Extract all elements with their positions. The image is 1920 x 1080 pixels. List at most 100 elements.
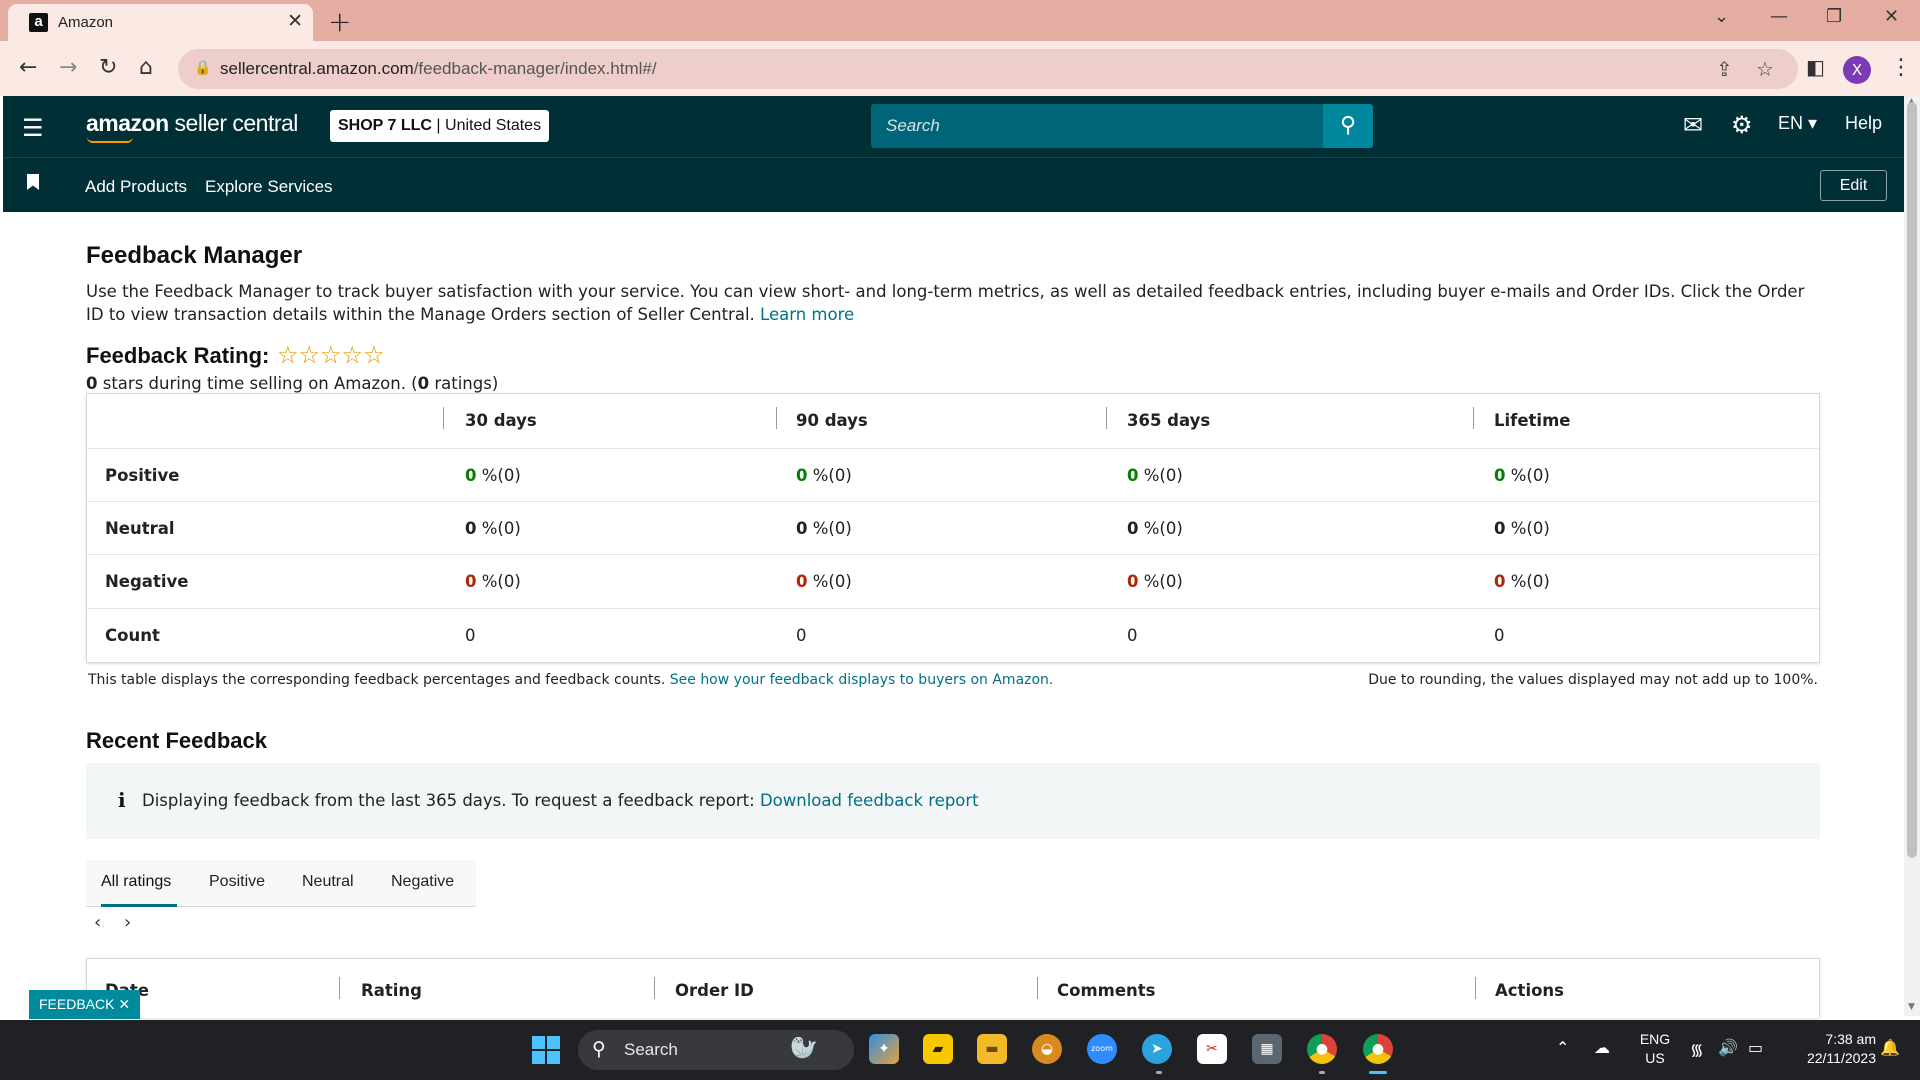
scroll-thumb[interactable] bbox=[1907, 102, 1917, 858]
language-indicator[interactable]: ENG US bbox=[1636, 1030, 1674, 1068]
column-divider bbox=[339, 977, 340, 999]
side-panel-icon[interactable]: ◧ bbox=[1806, 55, 1825, 79]
search-input[interactable] bbox=[871, 104, 1323, 148]
browser-menu-icon[interactable]: ⋮ bbox=[1890, 55, 1912, 80]
windows-start-icon[interactable] bbox=[532, 1036, 560, 1064]
chevron-right-icon[interactable]: › bbox=[124, 912, 131, 933]
add-products-link[interactable]: Add Products bbox=[85, 177, 187, 197]
column-header-rating[interactable]: Rating bbox=[361, 981, 422, 1000]
column-header-365-days: 365 days bbox=[1127, 411, 1211, 430]
explore-services-link[interactable]: Explore Services bbox=[205, 177, 333, 197]
feedback-display-link[interactable]: See how your feedback displays to buyers… bbox=[670, 672, 1054, 688]
address-bar: ← → ↻ ⌂ 🔒 sellercentral.amazon.com/feedb… bbox=[0, 41, 1920, 96]
chevron-left-icon[interactable]: ‹ bbox=[94, 912, 101, 933]
zoom-icon[interactable]: zoom bbox=[1087, 1034, 1117, 1064]
column-header-order-id[interactable]: Order ID bbox=[675, 981, 754, 1000]
column-divider bbox=[1473, 407, 1474, 429]
hamburger-menu-icon[interactable]: ☰ bbox=[22, 114, 44, 142]
amazon-smile-icon bbox=[87, 137, 133, 143]
feedback-summary-table: 30 days 90 days 365 days Lifetime Positi… bbox=[86, 393, 1820, 663]
account-switcher[interactable]: SHOP 7 LLC | United States bbox=[330, 110, 550, 142]
learn-more-link[interactable]: Learn more bbox=[760, 305, 854, 324]
tab-all-ratings[interactable]: All ratings bbox=[101, 873, 171, 891]
column-divider bbox=[1037, 977, 1038, 999]
sticky-notes-icon[interactable]: ▰ bbox=[923, 1034, 953, 1064]
new-tab-icon[interactable]: + bbox=[328, 5, 351, 38]
feedback-list-header: Date Rating Order ID Comments Actions bbox=[86, 958, 1820, 1018]
clock[interactable]: 7:38 am 22/11/2023 bbox=[1780, 1030, 1876, 1068]
table-cell: 0 bbox=[1494, 626, 1505, 645]
table-row-neutral: Neutral 0 %(0) 0 %(0) 0 %(0) 0 %(0) bbox=[87, 501, 1819, 554]
tab-search-icon[interactable]: ⌄ bbox=[1714, 6, 1729, 27]
column-header-lifetime: Lifetime bbox=[1494, 411, 1571, 430]
row-label: Count bbox=[105, 626, 160, 645]
star-bookmark-icon[interactable]: ☆ bbox=[1756, 57, 1774, 81]
file-explorer-icon[interactable]: ▬ bbox=[977, 1034, 1007, 1064]
active-indicator bbox=[1369, 1071, 1387, 1074]
seller-central-header: ☰ amazon seller central SHOP 7 LLC | Uni… bbox=[3, 96, 1904, 157]
table-cell: 0 %(0) bbox=[1494, 466, 1550, 485]
edit-button[interactable]: Edit bbox=[1820, 170, 1887, 201]
tab-positive[interactable]: Positive bbox=[209, 873, 265, 891]
chevron-up-icon[interactable]: ⌃ bbox=[1556, 1038, 1569, 1057]
url-text[interactable]: sellercentral.amazon.com/feedback-manage… bbox=[220, 59, 657, 79]
back-icon[interactable]: ← bbox=[19, 55, 37, 80]
forward-icon[interactable]: → bbox=[59, 55, 77, 80]
minimize-icon[interactable]: — bbox=[1770, 6, 1788, 27]
table-row-count: Count 0 0 0 0 bbox=[87, 608, 1819, 661]
recent-feedback-title: Recent Feedback bbox=[86, 728, 267, 753]
chrome-icon[interactable]: ● bbox=[1307, 1034, 1337, 1064]
calculator-icon[interactable]: ▦ bbox=[1252, 1034, 1282, 1064]
help-link[interactable]: Help bbox=[1845, 113, 1882, 134]
snipping-tool-icon[interactable]: ✂ bbox=[1197, 1034, 1227, 1064]
column-header-actions[interactable]: Actions bbox=[1495, 981, 1564, 1000]
telegram-icon[interactable]: ➤ bbox=[1142, 1034, 1172, 1064]
table-cell: 0 bbox=[465, 626, 476, 645]
browser-tab[interactable]: a Amazon ✕ bbox=[8, 4, 313, 41]
copilot-icon[interactable]: ✦ bbox=[869, 1034, 899, 1064]
home-icon[interactable]: ⌂ bbox=[139, 55, 153, 80]
bookmark-icon[interactable] bbox=[27, 174, 39, 190]
table-cell: 0 %(0) bbox=[465, 572, 521, 591]
profile-avatar[interactable]: X bbox=[1843, 56, 1871, 84]
wifi-icon[interactable]: ᯾ bbox=[1690, 1038, 1704, 1060]
onedrive-icon[interactable]: ☁ bbox=[1594, 1038, 1610, 1057]
share-icon[interactable]: ⇪ bbox=[1716, 57, 1733, 81]
column-header-comments[interactable]: Comments bbox=[1057, 981, 1155, 1000]
feedback-button[interactable]: FEEDBACK ✕ bbox=[29, 990, 141, 1019]
chrome-profile-icon[interactable]: ● bbox=[1363, 1034, 1393, 1064]
omnibox[interactable]: 🔒 sellercentral.amazon.com/feedback-mana… bbox=[178, 49, 1798, 89]
scroll-down-icon[interactable]: ▼ bbox=[1908, 1002, 1915, 1012]
amazon-favicon-icon: a bbox=[29, 13, 48, 32]
restore-icon[interactable]: ❐ bbox=[1826, 6, 1842, 27]
gear-icon[interactable]: ⚙ bbox=[1731, 111, 1753, 139]
basket-app-icon[interactable]: ◒ bbox=[1032, 1034, 1062, 1064]
close-window-icon[interactable]: ✕ bbox=[1884, 6, 1899, 27]
column-divider bbox=[654, 977, 655, 999]
download-report-link[interactable]: Download feedback report bbox=[760, 791, 979, 810]
search-box bbox=[871, 104, 1323, 148]
seller-central-logo[interactable]: amazon seller central bbox=[86, 110, 298, 137]
table-cell: 0 %(0) bbox=[796, 519, 852, 538]
battery-icon[interactable]: ▭ bbox=[1748, 1038, 1763, 1057]
rounding-note: Due to rounding, the values displayed ma… bbox=[1368, 672, 1818, 688]
table-cell: 0 %(0) bbox=[1127, 572, 1183, 591]
notification-bell-icon[interactable]: 🔔 bbox=[1880, 1038, 1900, 1057]
table-note: This table displays the corresponding fe… bbox=[88, 672, 1054, 688]
mail-icon[interactable]: ✉ bbox=[1683, 111, 1703, 139]
info-icon: i bbox=[118, 788, 126, 812]
reload-icon[interactable]: ↻ bbox=[99, 55, 117, 80]
language-selector[interactable]: EN ▾ bbox=[1778, 113, 1817, 134]
volume-icon[interactable]: 🔊 bbox=[1718, 1038, 1738, 1057]
tab-negative[interactable]: Negative bbox=[391, 873, 454, 891]
taskbar-search[interactable]: ⚲ Search 🦭 bbox=[578, 1030, 854, 1070]
search-button[interactable]: ⚲ bbox=[1323, 104, 1373, 148]
row-label: Negative bbox=[105, 572, 189, 591]
info-alert: i Displaying feedback from the last 365 … bbox=[86, 763, 1820, 839]
close-tab-icon[interactable]: ✕ bbox=[287, 10, 303, 32]
page-scrollbar[interactable]: ▲ ▼ bbox=[1904, 96, 1920, 1016]
table-cell: 0 %(0) bbox=[796, 572, 852, 591]
lock-icon[interactable]: 🔒 bbox=[194, 60, 211, 76]
tab-neutral[interactable]: Neutral bbox=[302, 873, 354, 891]
seller-central-subnav: Add Products Explore Services Edit bbox=[3, 157, 1904, 212]
